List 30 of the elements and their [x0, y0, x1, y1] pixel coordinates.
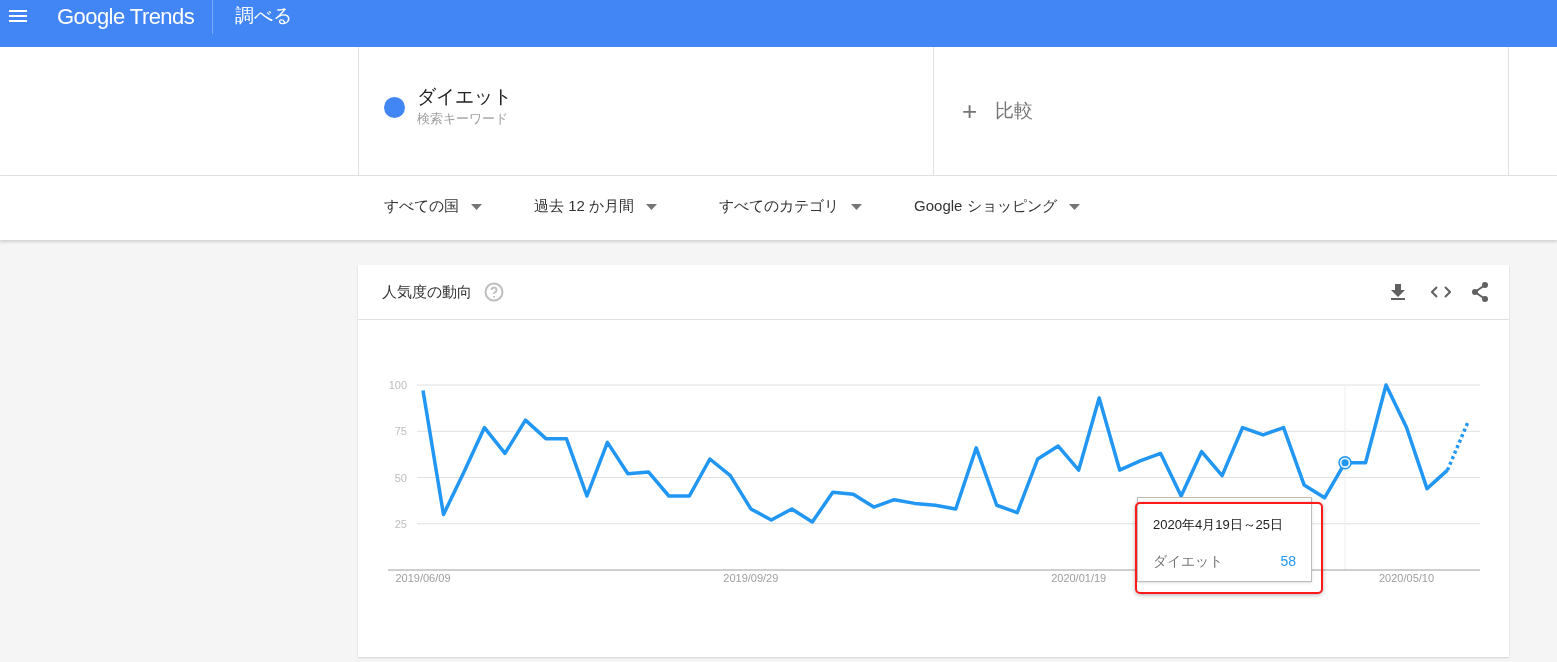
share-icon[interactable] — [1471, 282, 1489, 302]
filter-dropdown[interactable]: すべてのカテゴリ — [719, 195, 863, 218]
tooltip-term: ダイエット — [1153, 551, 1223, 571]
page-title: 調べる — [235, 4, 293, 29]
download-icon[interactable] — [1391, 284, 1405, 300]
partial-data-line — [1445, 421, 1470, 471]
y-tick-label: 50 — [394, 471, 407, 484]
y-tick-label: 75 — [394, 425, 407, 438]
dropdown-caret-icon — [646, 203, 658, 210]
filter-dropdown[interactable]: 過去 12 か月間 — [534, 195, 658, 218]
x-tick-label: 2019/09/29 — [723, 572, 779, 584]
hover-point-marker — [1338, 455, 1352, 470]
app-logo[interactable]: Google Trends — [57, 0, 195, 33]
x-tick-label: 2019/06/09 — [395, 572, 451, 584]
filter-dropdown[interactable]: すべての国 — [384, 195, 482, 218]
x-tick-label: 2020/01/19 — [1051, 572, 1107, 584]
y-tick-label: 25 — [394, 517, 407, 530]
menu-icon[interactable] — [9, 10, 27, 23]
dropdown-caret-icon — [851, 203, 863, 210]
dropdown-caret-icon — [1068, 203, 1080, 210]
x-tick-label: 2020/05/10 — [1379, 572, 1435, 584]
search-term: ダイエット — [417, 85, 512, 110]
y-tick-label: 100 — [388, 379, 407, 391]
embed-code-icon[interactable] — [1431, 286, 1451, 298]
dropdown-caret-icon — [471, 203, 482, 210]
tooltip-value: 58 — [1280, 551, 1296, 571]
filter-dropdown[interactable]: Google ショッピング — [914, 195, 1080, 218]
tooltip-date: 2020年4月19日～25日 — [1153, 516, 1285, 534]
card-title: 人気度の動向 — [382, 281, 472, 302]
term-subtitle: 検索キーワード — [417, 110, 509, 129]
